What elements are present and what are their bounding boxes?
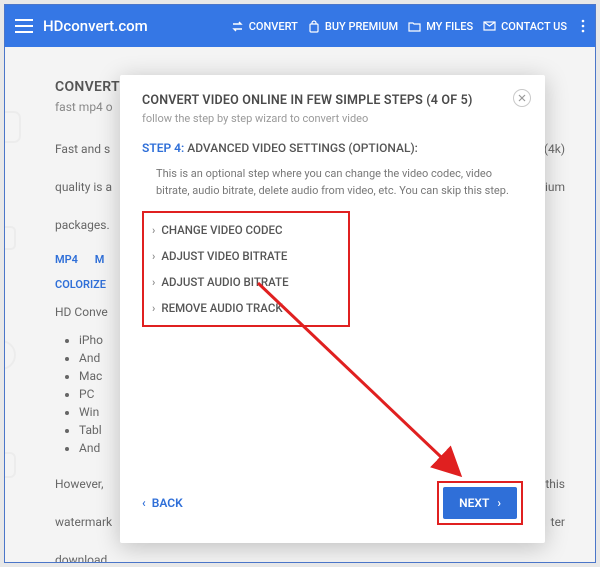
- bag-icon: [308, 20, 320, 33]
- options-highlight: › CHANGE VIDEO CODEC › ADJUST VIDEO BITR…: [142, 211, 350, 327]
- bg-tab[interactable]: M: [95, 253, 105, 266]
- step-name: ADVANCED VIDEO SETTINGS (OPTIONAL):: [184, 141, 418, 155]
- option-label: ADJUST VIDEO BITRATE: [161, 249, 287, 263]
- bg-text: However,: [55, 475, 104, 493]
- close-icon[interactable]: [513, 89, 531, 107]
- next-highlight: NEXT ›: [437, 481, 523, 525]
- modal-footer: ‹ BACK NEXT ›: [142, 481, 523, 525]
- app-frame: HDconvert.com CONVERT BUY PREMIUM MY FIL…: [4, 4, 596, 563]
- option-label: ADJUST AUDIO BITRATE: [161, 275, 288, 289]
- folder-icon: [408, 21, 421, 32]
- nav-convert[interactable]: CONVERT: [231, 20, 298, 33]
- chevron-right-icon: ›: [152, 276, 155, 289]
- wizard-modal: CONVERT VIDEO ONLINE IN FEW SIMPLE STEPS…: [120, 75, 545, 543]
- chevron-right-icon: ›: [497, 496, 501, 510]
- bg-text: ium: [545, 178, 565, 196]
- back-button[interactable]: ‹ BACK: [142, 496, 183, 510]
- nav-more[interactable]: [577, 19, 585, 33]
- nav-label: CONVERT: [249, 20, 298, 33]
- bg-tab[interactable]: COLORIZE: [55, 278, 106, 291]
- nav-label: MY FILES: [426, 20, 473, 33]
- bg-text: download: [55, 551, 565, 563]
- option-remove-audio[interactable]: › REMOVE AUDIO TRACK: [144, 295, 348, 321]
- chevron-right-icon: ›: [152, 302, 155, 315]
- modal-title: CONVERT VIDEO ONLINE IN FEW SIMPLE STEPS…: [142, 93, 523, 108]
- bg-tab[interactable]: MP4: [55, 253, 78, 266]
- more-icon: [581, 19, 585, 33]
- bg-text: Fast and s: [55, 140, 110, 158]
- nav-files[interactable]: MY FILES: [408, 20, 473, 33]
- option-video-bitrate[interactable]: › ADJUST VIDEO BITRATE: [144, 243, 348, 269]
- nav-buy[interactable]: BUY PREMIUM: [308, 20, 398, 33]
- option-label: CHANGE VIDEO CODEC: [161, 223, 282, 237]
- nav-contact[interactable]: CONTACT US: [483, 20, 567, 33]
- swap-icon: [231, 20, 244, 33]
- chevron-right-icon: ›: [152, 224, 155, 237]
- mail-icon: [483, 21, 496, 31]
- nav-label: BUY PREMIUM: [325, 20, 398, 33]
- nav-label: CONTACT US: [501, 20, 567, 33]
- bg-text: watermark: [55, 513, 112, 531]
- step-heading: STEP 4: ADVANCED VIDEO SETTINGS (OPTIONA…: [142, 141, 523, 155]
- option-change-codec[interactable]: › CHANGE VIDEO CODEC: [144, 217, 348, 243]
- menu-icon[interactable]: [15, 19, 33, 33]
- brand-title[interactable]: HDconvert.com: [43, 17, 148, 35]
- bg-text: ter: [551, 513, 565, 531]
- chevron-right-icon: ›: [152, 250, 155, 263]
- top-nav: HDconvert.com CONVERT BUY PREMIUM MY FIL…: [5, 5, 595, 47]
- step-number: STEP 4:: [142, 141, 184, 155]
- bg-text: quality is a: [55, 178, 112, 196]
- modal-subtitle: follow the step by step wizard to conver…: [142, 112, 523, 125]
- option-audio-bitrate[interactable]: › ADJUST AUDIO BITRATE: [144, 269, 348, 295]
- chevron-left-icon: ‹: [142, 496, 146, 510]
- option-label: REMOVE AUDIO TRACK: [161, 301, 282, 315]
- next-button[interactable]: NEXT ›: [443, 487, 517, 519]
- next-label: NEXT: [459, 496, 489, 510]
- back-label: BACK: [152, 496, 183, 510]
- step-description: This is an optional step where you can c…: [142, 165, 523, 199]
